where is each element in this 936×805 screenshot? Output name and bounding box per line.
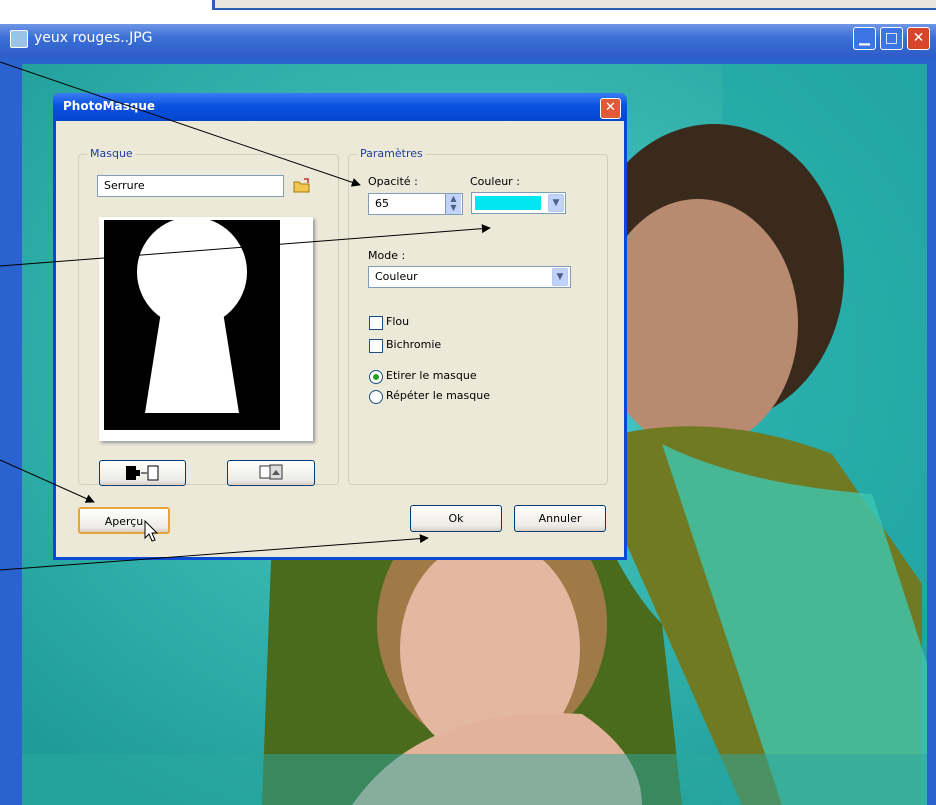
- color-dropdown-arrow[interactable]: ▼: [548, 194, 564, 212]
- photomasque-dialog: PhotoMasque ✕ Masque Serrure Paramètres …: [53, 93, 627, 560]
- load-image-button[interactable]: [227, 460, 315, 486]
- load-image-icon: [259, 464, 283, 480]
- mode-label: Mode :: [368, 249, 406, 262]
- mode-select[interactable]: Couleur: [368, 266, 571, 288]
- bichromie-label: Bichromie: [386, 338, 442, 351]
- repeat-mask-radio[interactable]: [369, 390, 383, 404]
- mask-name-field[interactable]: Serrure: [97, 175, 284, 197]
- dialog-titlebar[interactable]: PhotoMasque ✕: [53, 93, 627, 121]
- params-group-label: Paramètres: [357, 147, 426, 160]
- stretch-mask-label: Etirer le masque: [386, 369, 477, 382]
- opacity-label: Opacité :: [368, 175, 418, 188]
- color-label: Couleur :: [470, 175, 520, 188]
- open-folder-icon[interactable]: [292, 176, 312, 196]
- stretch-mask-radio[interactable]: [369, 370, 383, 384]
- cancel-button[interactable]: Annuler: [514, 505, 606, 532]
- mask-group-label: Masque: [87, 147, 136, 160]
- ok-button[interactable]: Ok: [410, 505, 502, 532]
- image-file-icon: [10, 30, 28, 48]
- image-window-titlebar[interactable]: yeux rouges..JPG ▁ □ ✕: [0, 24, 936, 58]
- repeat-mask-label: Répéter le masque: [386, 389, 490, 402]
- opacity-spinner[interactable]: ▲ ▼: [445, 194, 461, 214]
- keyhole-mask-shape: [99, 217, 313, 441]
- bichromie-checkbox[interactable]: [369, 339, 383, 353]
- maximize-button[interactable]: □: [880, 27, 903, 50]
- blur-checkbox[interactable]: [369, 316, 383, 330]
- dialog-close-button[interactable]: ✕: [600, 98, 621, 119]
- invert-mask-icon: [125, 465, 158, 481]
- mouse-cursor-icon: [144, 520, 159, 542]
- dialog-title: PhotoMasque: [63, 99, 156, 113]
- invert-mask-button[interactable]: [99, 460, 186, 486]
- color-swatch: [475, 196, 541, 210]
- image-window-title: yeux rouges..JPG: [34, 30, 153, 46]
- mask-preview: [99, 217, 313, 441]
- dialog-body: Masque Serrure Paramètres Opacité: Coul…: [56, 121, 624, 557]
- background-window-edge: [212, 0, 936, 10]
- mode-dropdown-arrow[interactable]: ▼: [552, 268, 568, 286]
- close-button[interactable]: ✕: [907, 27, 930, 50]
- blur-label: Flou: [386, 315, 410, 328]
- minimize-button[interactable]: ▁: [853, 27, 876, 50]
- color-picker[interactable]: ▼: [471, 192, 566, 214]
